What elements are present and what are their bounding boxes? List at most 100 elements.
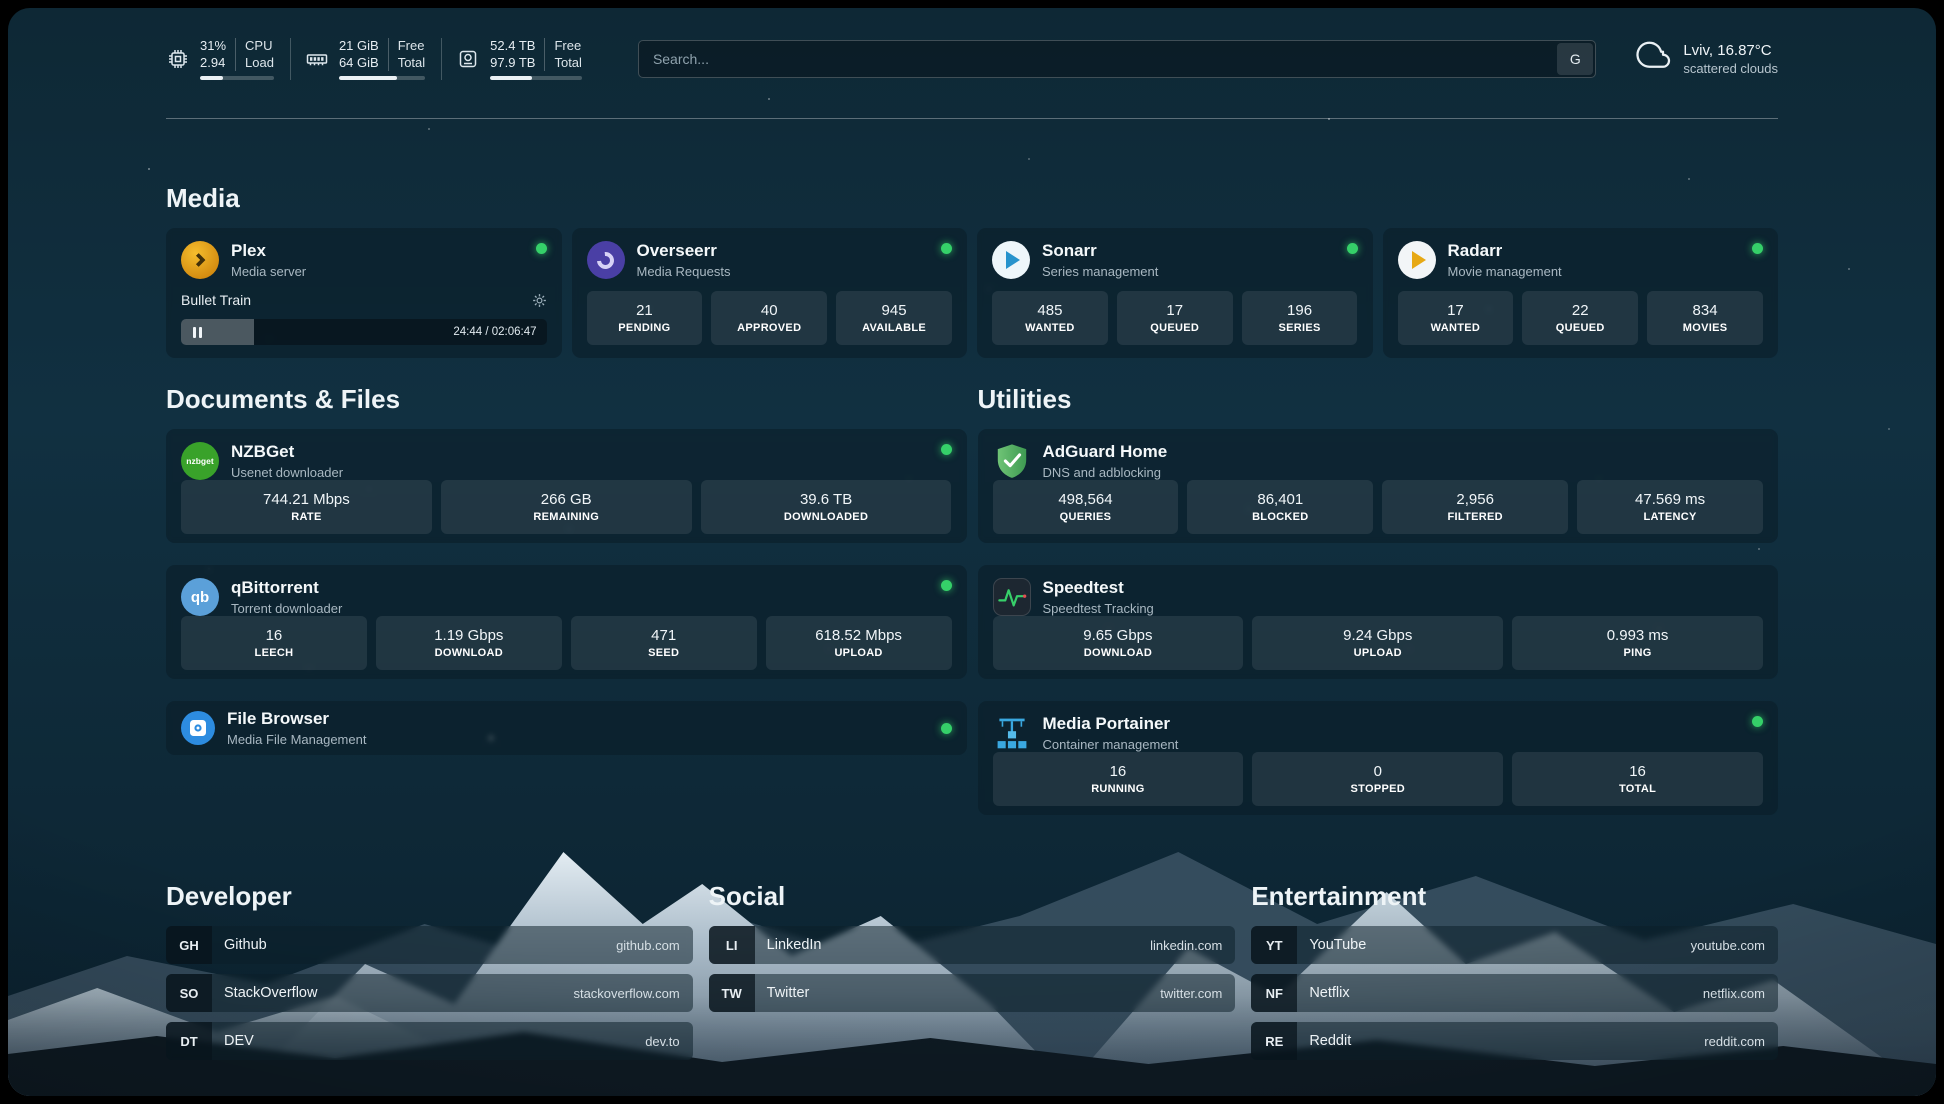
- search-bar: G: [638, 40, 1596, 78]
- storage-usage-bar: [490, 76, 582, 80]
- disk-total-label: Total: [554, 55, 581, 72]
- bookmark-url: dev.to: [645, 1034, 692, 1049]
- bookmark-abbr: GH: [166, 926, 212, 964]
- cpu-percent: 31%: [200, 38, 226, 55]
- service-subtitle: Media server: [231, 264, 306, 279]
- status-indicator: [941, 243, 952, 254]
- stat-series: 196 SERIES: [1242, 291, 1358, 345]
- bookmark-dev[interactable]: DT DEV dev.to: [166, 1022, 693, 1060]
- nzbget-logo-icon: nzbget: [181, 442, 219, 480]
- sonarr-card[interactable]: Sonarr Series management 485 WANTED 17 Q…: [977, 228, 1373, 358]
- stat-latency: 47.569 ms LATENCY: [1577, 480, 1763, 534]
- status-indicator: [536, 243, 547, 254]
- bookmark-name: DEV: [212, 1033, 254, 1049]
- stat-filtered: 2,956 FILTERED: [1382, 480, 1568, 534]
- stat-seed: 471 SEED: [571, 616, 757, 670]
- stat-wanted: 485 WANTED: [992, 291, 1108, 345]
- stat-downloaded: 39.6 TB DOWNLOADED: [701, 480, 952, 534]
- weather-location: Lviv, 16.87°C: [1683, 42, 1778, 59]
- topbar-divider: [166, 118, 1778, 119]
- overseerr-logo-icon: [587, 241, 625, 279]
- top-bar: 31% 2.94 CPU Load: [166, 36, 1778, 82]
- bookmark-netflix[interactable]: NF Netflix netflix.com: [1251, 974, 1778, 1012]
- adguard-card[interactable]: AdGuard Home DNS and adblocking 498,564 …: [978, 429, 1779, 543]
- status-indicator: [941, 723, 952, 734]
- filebrowser-card[interactable]: File Browser Media File Management: [166, 701, 967, 755]
- overseerr-card[interactable]: Overseerr Media Requests 21 PENDING 40 A…: [572, 228, 968, 358]
- memory-usage-widget: 21 GiB 64 GiB Free Total: [305, 38, 442, 81]
- bookmark-reddit[interactable]: RE Reddit reddit.com: [1251, 1022, 1778, 1060]
- stat-available: 945 AVAILABLE: [836, 291, 952, 345]
- bookmark-url: stackoverflow.com: [573, 986, 692, 1001]
- disk-free-label: Free: [554, 38, 581, 55]
- service-name: Sonarr: [1042, 241, 1158, 261]
- search-input[interactable]: [638, 40, 1596, 78]
- service-name: qBittorrent: [231, 578, 342, 598]
- service-name: Overseerr: [637, 241, 731, 261]
- cpu-label: CPU: [245, 38, 274, 55]
- weather-condition: scattered clouds: [1683, 61, 1778, 76]
- bookmark-url: twitter.com: [1160, 986, 1235, 1001]
- search-engine-button[interactable]: G: [1557, 43, 1593, 75]
- service-name: Plex: [231, 241, 306, 261]
- dashboard: 31% 2.94 CPU Load: [8, 8, 1936, 1096]
- bookmark-url: netflix.com: [1703, 986, 1778, 1001]
- stat-leech: 16 LEECH: [181, 616, 367, 670]
- bookmark-url: github.com: [616, 938, 693, 953]
- storage-usage-widget: 52.4 TB 97.9 TB Free Total: [456, 38, 598, 81]
- plex-card[interactable]: Plex Media server Bullet Train: [166, 228, 562, 358]
- stat-approved: 40 APPROVED: [711, 291, 827, 345]
- stat-movies: 834 MOVIES: [1647, 291, 1763, 345]
- qbittorrent-card[interactable]: qb qBittorrent Torrent downloader 16 LEE…: [166, 565, 967, 679]
- cpu-load-label: Load: [245, 55, 274, 72]
- service-name: Speedtest: [1043, 578, 1154, 598]
- stat-ping: 0.993 ms PING: [1512, 616, 1763, 670]
- bookmark-youtube[interactable]: YT YouTube youtube.com: [1251, 926, 1778, 964]
- ram-total-label: Total: [398, 55, 425, 72]
- bookmark-stackoverflow[interactable]: SO StackOverflow stackoverflow.com: [166, 974, 693, 1012]
- nzbget-card[interactable]: nzbget NZBGet Usenet downloader 744.21 M…: [166, 429, 967, 543]
- filebrowser-logo-icon: [181, 711, 215, 745]
- adguard-logo-icon: [993, 442, 1031, 480]
- bookmark-abbr: TW: [709, 974, 755, 1012]
- bookmark-twitter[interactable]: TW Twitter twitter.com: [709, 974, 1236, 1012]
- bookmark-name: Netflix: [1297, 985, 1349, 1001]
- bookmark-github[interactable]: GH Github github.com: [166, 926, 693, 964]
- hard-drive-icon: [456, 47, 480, 71]
- section-heading-social: Social: [709, 881, 1236, 912]
- plex-playback-time: 24:44 / 02:06:47: [453, 326, 546, 338]
- bookmark-name: StackOverflow: [212, 985, 317, 1001]
- stat-download: 1.19 Gbps DOWNLOAD: [376, 616, 562, 670]
- bookmark-name: Reddit: [1297, 1033, 1351, 1049]
- speedtest-card[interactable]: Speedtest Speedtest Tracking 9.65 Gbps D…: [978, 565, 1779, 679]
- service-subtitle: Usenet downloader: [231, 465, 343, 480]
- service-subtitle: Speedtest Tracking: [1043, 601, 1154, 616]
- section-heading-developer: Developer: [166, 881, 693, 912]
- plex-logo-icon: [181, 241, 219, 279]
- qbittorrent-logo-icon: qb: [181, 578, 219, 616]
- settings-gear-icon[interactable]: [532, 293, 547, 308]
- radarr-card[interactable]: Radarr Movie management 17 WANTED 22 QUE…: [1383, 228, 1779, 358]
- service-subtitle: Media File Management: [227, 732, 366, 747]
- bookmark-linkedin[interactable]: LI LinkedIn linkedin.com: [709, 926, 1236, 964]
- stat-queued: 22 QUEUED: [1522, 291, 1638, 345]
- stat-download: 9.65 Gbps DOWNLOAD: [993, 616, 1244, 670]
- cpu-load-avg: 2.94: [200, 55, 226, 72]
- pause-button[interactable]: [181, 327, 213, 338]
- bookmark-abbr: RE: [1251, 1022, 1297, 1060]
- service-subtitle: Media Requests: [637, 264, 731, 279]
- sonarr-logo-icon: [992, 241, 1030, 279]
- bookmark-abbr: YT: [1251, 926, 1297, 964]
- cpu-icon: [166, 47, 190, 71]
- stat-pending: 21 PENDING: [587, 291, 703, 345]
- stat-total: 16 TOTAL: [1512, 752, 1763, 806]
- bookmark-name: Twitter: [755, 985, 810, 1001]
- portainer-card[interactable]: Media Portainer Container management 16 …: [978, 701, 1779, 815]
- disk-total: 97.9 TB: [490, 55, 535, 72]
- speedtest-logo-icon: [993, 578, 1031, 616]
- ram-free-label: Free: [398, 38, 425, 55]
- bookmark-abbr: NF: [1251, 974, 1297, 1012]
- ram-free: 21 GiB: [339, 38, 379, 55]
- stat-running: 16 RUNNING: [993, 752, 1244, 806]
- stat-upload: 9.24 Gbps UPLOAD: [1252, 616, 1503, 670]
